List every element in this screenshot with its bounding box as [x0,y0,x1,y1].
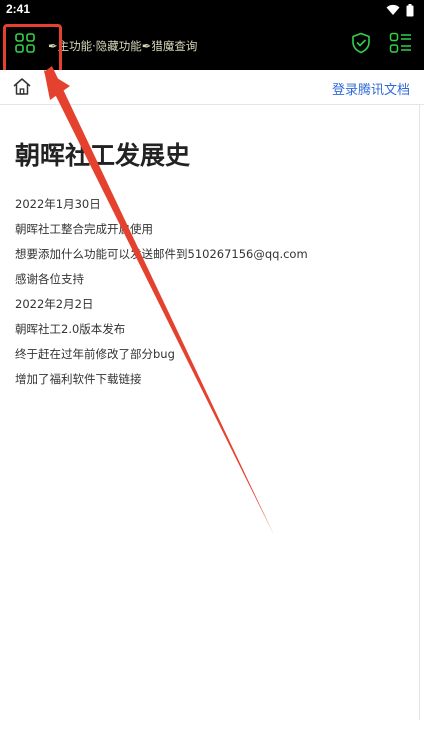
grid-list-icon [389,32,411,53]
grid-list-button[interactable] [389,32,413,56]
page-title: 朝晖社工发展史 [15,141,191,170]
marquee-text: ✒主功能·隐藏功能✒猎魔查询 [48,39,198,52]
wifi-icon [386,4,400,15]
app-toolbar: ✒主功能·隐藏功能✒猎魔查询 [0,20,424,70]
shield-check-icon [352,32,370,54]
annotation-highlight-box [3,24,62,74]
login-tencent-docs-link[interactable]: 登录腾讯文档 [332,79,410,98]
paragraph: 2022年2月2日 [15,297,94,311]
document-nav-bar: 登录腾讯文档 [0,70,424,105]
scrollbar-track [419,105,420,720]
paragraph: 2022年1月30日 [15,197,101,211]
home-button[interactable] [12,77,32,97]
paragraph: 朝晖社工2.0版本发布 [15,322,126,336]
status-icons [386,3,414,17]
battery-icon [406,3,414,16]
status-bar: 2:41 [0,0,424,20]
status-time: 2:41 [6,2,31,16]
paragraph: 朝晖社工整合完成开启使用 [15,222,153,236]
paragraph: 增加了福利软件下载链接 [15,372,142,386]
home-icon [13,78,31,95]
paragraph: 想要添加什么功能可以发送邮件到510267156@qq.com [15,247,308,261]
paragraph: 终于赶在过年前修改了部分bug [15,347,175,361]
document-content: 朝晖社工发展史 2022年1月30日 朝晖社工整合完成开启使用 想要添加什么功能… [15,138,409,392]
shield-button[interactable] [351,32,373,56]
paragraph: 感谢各位支持 [15,272,84,286]
